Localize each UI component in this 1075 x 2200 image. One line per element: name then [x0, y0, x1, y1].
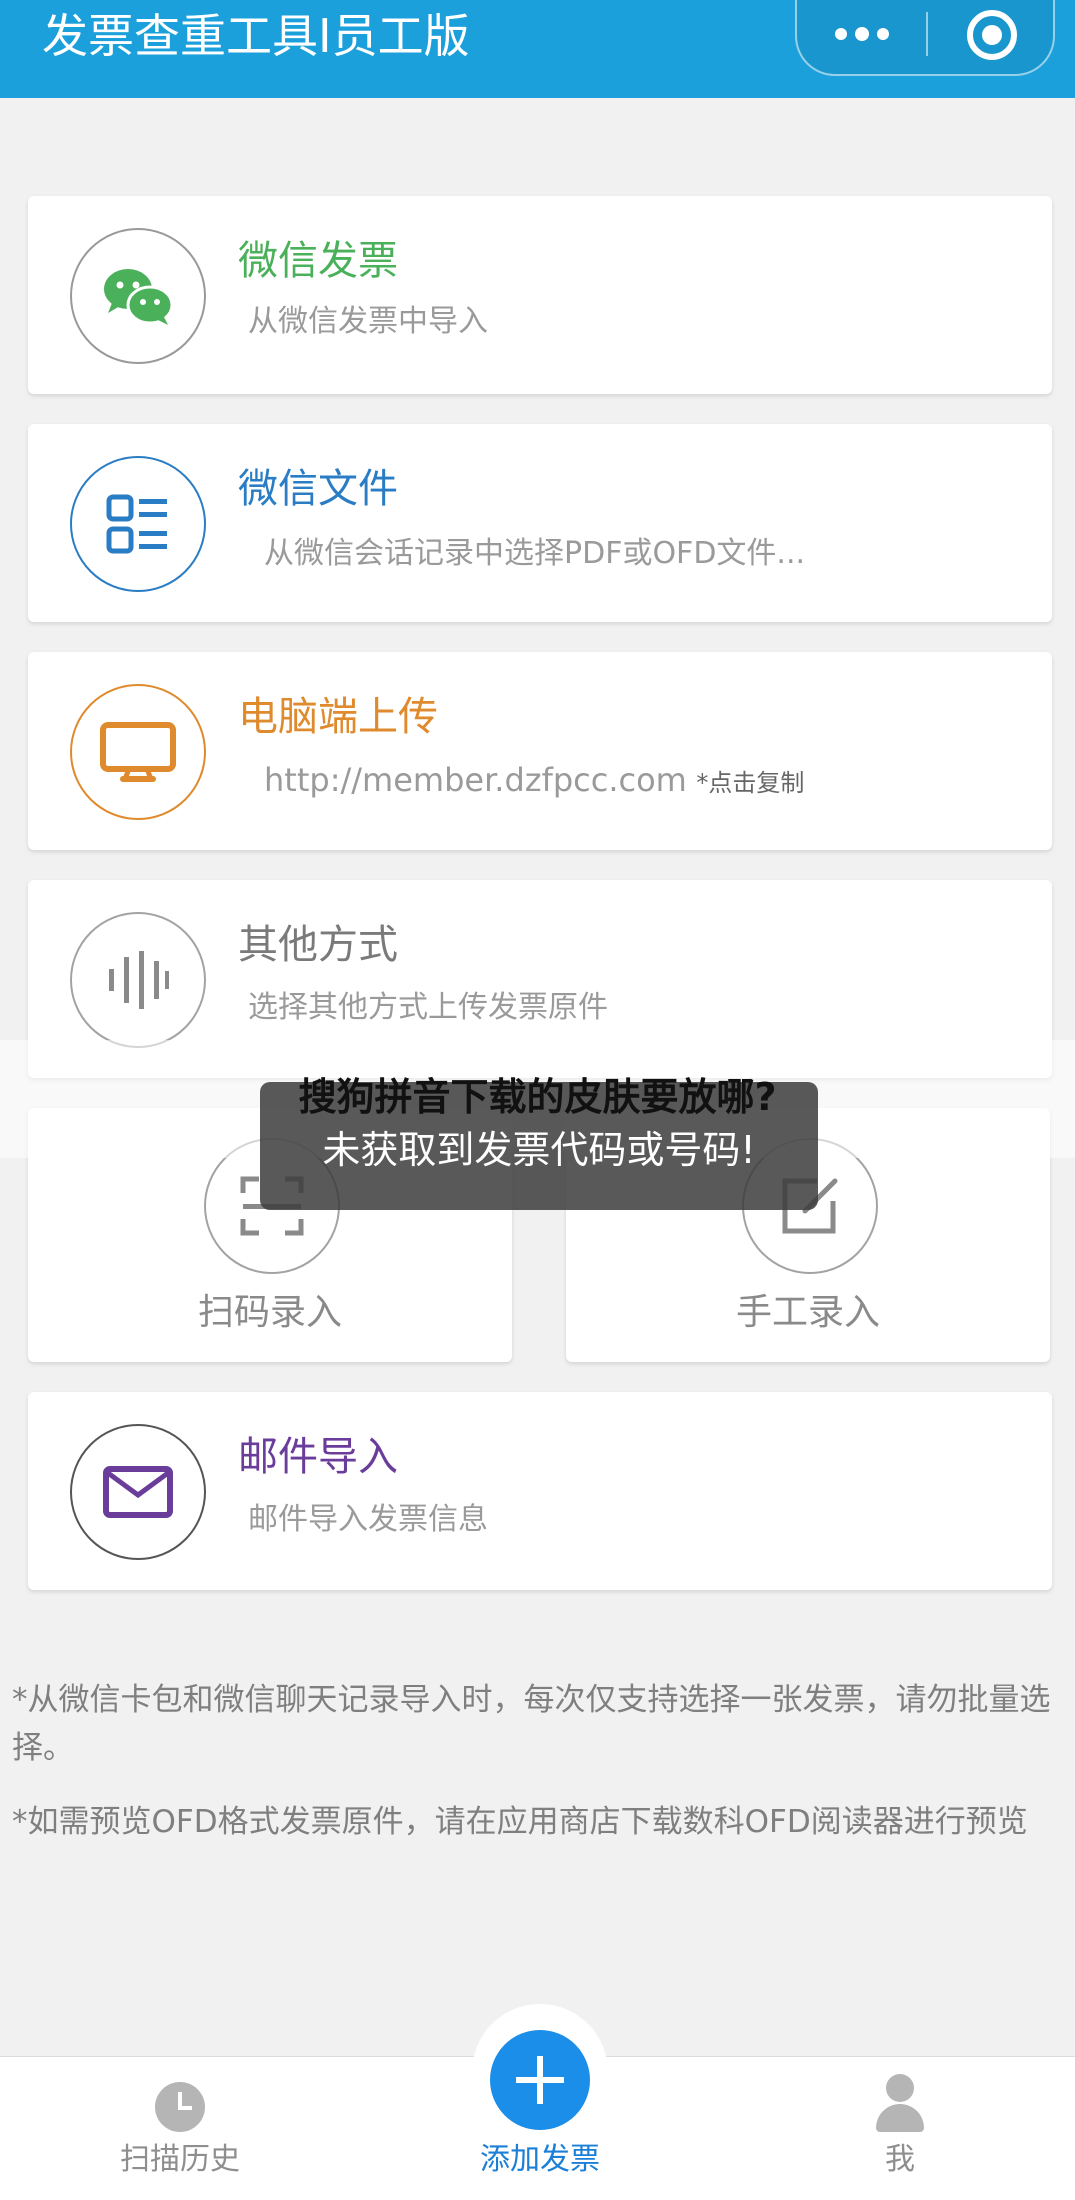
wechat-icon-circle [70, 228, 206, 364]
pc-upload-option[interactable]: 电脑端上传 http://member.dzfpcc.com *点击复制 [28, 652, 1052, 850]
more-dots-icon[interactable] [835, 26, 891, 42]
pc-upload-subtitle: http://member.dzfpcc.com *点击复制 [264, 760, 804, 803]
monitor-icon-circle [70, 684, 206, 820]
plus-icon[interactable] [490, 2030, 590, 2130]
soundwave-icon [109, 951, 169, 1009]
other-methods-subtitle: 选择其他方式上传发票原件 [248, 990, 608, 1025]
pc-upload-url[interactable]: http://member.dzfpcc.com [264, 761, 687, 799]
pc-upload-title: 电脑端上传 [238, 694, 438, 740]
wechat-icon [104, 269, 174, 325]
person-icon[interactable] [876, 2074, 924, 2134]
monitor-icon [100, 722, 176, 782]
mail-import-title: 邮件导入 [238, 1434, 398, 1480]
file-list-icon [106, 494, 167, 554]
mail-icon [103, 1466, 173, 1518]
capsule-divider [926, 12, 928, 56]
tab-me[interactable]: 我 [780, 2140, 1020, 2180]
page-title: 发票查重工具I员工版 [42, 9, 470, 63]
manual-entry-label: 手工录入 [735, 1292, 880, 1333]
tab-add-invoice[interactable]: 添加发票 [420, 2140, 660, 2180]
clock-icon[interactable] [155, 2082, 205, 2132]
target-close-icon[interactable] [967, 10, 1017, 60]
wechat-file-subtitle: 从微信会话记录中选择PDF或OFD文件... [264, 536, 806, 571]
note-single-invoice: *从微信卡包和微信聊天记录导入时，每次仅支持选择一张发票，请勿批量选择。 [12, 1682, 1051, 1766]
file-icon-circle [70, 456, 206, 592]
overlay-headline: 搜狗拼音下载的皮肤要放哪? [298, 1075, 777, 1119]
wechat-file-option[interactable]: 微信文件 从微信会话记录中选择PDF或OFD文件... [28, 424, 1052, 622]
toast-message: 未获取到发票代码或号码! [322, 1128, 756, 1172]
wechat-invoice-subtitle: 从微信发票中导入 [248, 304, 488, 339]
wechat-invoice-title: 微信发票 [238, 238, 398, 284]
mail-icon-circle [70, 1424, 206, 1560]
other-methods-title: 其他方式 [238, 922, 398, 968]
mini-program-capsule [795, 0, 1055, 76]
wechat-invoice-option[interactable]: 微信发票 从微信发票中导入 [28, 196, 1052, 394]
tab-scan-history[interactable]: 扫描历史 [60, 2140, 300, 2180]
soundwave-icon-circle [70, 912, 206, 1048]
copy-hint[interactable]: *点击复制 [696, 769, 804, 797]
note-ofd-preview: *如需预览OFD格式发票原件，请在应用商店下载数科OFD阅读器进行预览 [12, 1804, 1028, 1840]
mail-import-subtitle: 邮件导入发票信息 [248, 1502, 488, 1537]
wechat-file-title: 微信文件 [238, 466, 398, 512]
app-header: 发票查重工具I员工版 [0, 0, 1075, 98]
mail-import-option[interactable]: 邮件导入 邮件导入发票信息 [28, 1392, 1052, 1590]
scan-entry-label: 扫码录入 [197, 1292, 342, 1333]
